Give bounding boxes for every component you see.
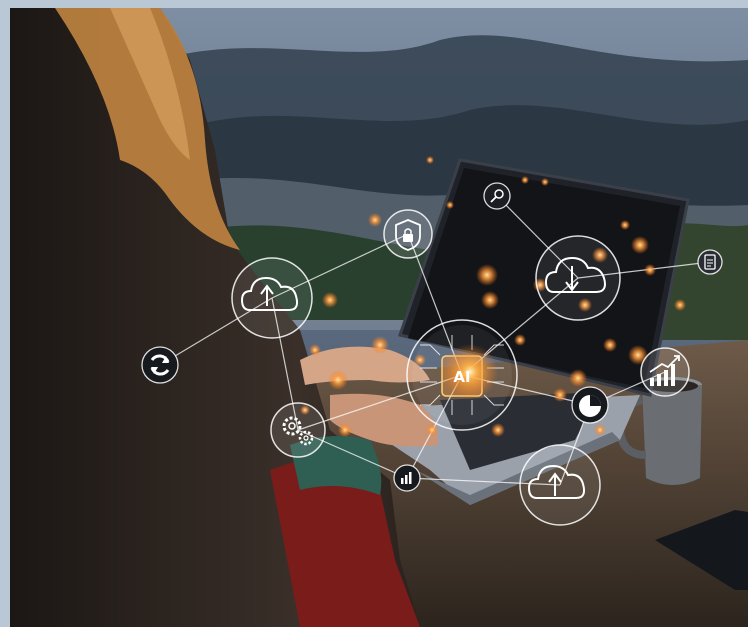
refresh-icon [141,346,179,384]
ai-chip-node: AI [406,319,518,431]
growth-chart-icon [640,347,690,397]
cloud-download-icon [535,235,621,321]
shield-lock-icon [383,209,433,259]
pie-chart-icon [571,386,609,424]
cloud-upload-icon [231,257,313,339]
photo-scene: AI [0,0,748,627]
gear-icon [270,402,326,458]
small-bar-chart-icon [393,464,421,492]
ai-chip-label: AI [453,368,470,386]
magnifier-icon [483,182,511,210]
cloud-upload-bottom-icon [519,444,601,526]
document-icon [697,249,723,275]
